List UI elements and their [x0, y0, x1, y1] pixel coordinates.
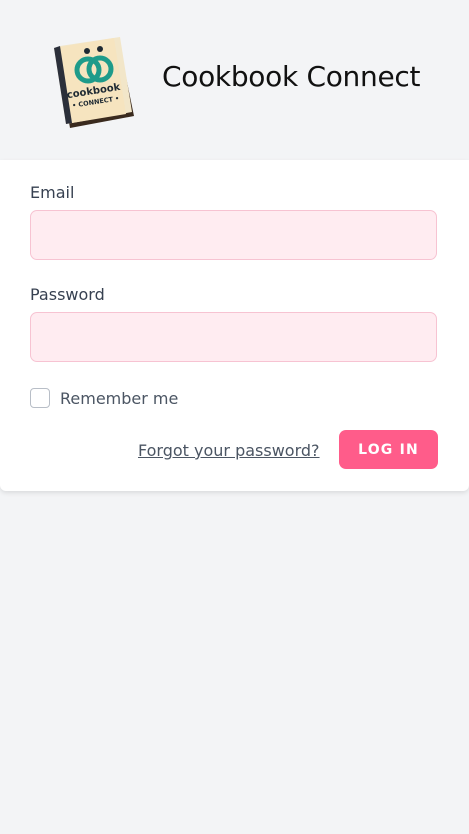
- password-field[interactable]: [30, 312, 437, 362]
- login-card: Email Password Remember me Forgot your p…: [0, 160, 469, 491]
- app-title: Cookbook Connect: [162, 60, 421, 93]
- login-button[interactable]: LOG IN: [339, 430, 438, 469]
- password-label: Password: [30, 285, 105, 304]
- remember-me-row[interactable]: Remember me: [30, 387, 178, 409]
- forgot-password-link[interactable]: Forgot your password?: [138, 441, 320, 460]
- header: cookbook • CONNECT • Cookbook Connect: [0, 0, 469, 160]
- remember-me-label[interactable]: Remember me: [60, 389, 178, 408]
- email-label: Email: [30, 183, 75, 202]
- remember-me-checkbox[interactable]: [30, 388, 50, 408]
- email-field[interactable]: [30, 210, 437, 260]
- cookbook-logo: cookbook • CONNECT •: [54, 37, 134, 128]
